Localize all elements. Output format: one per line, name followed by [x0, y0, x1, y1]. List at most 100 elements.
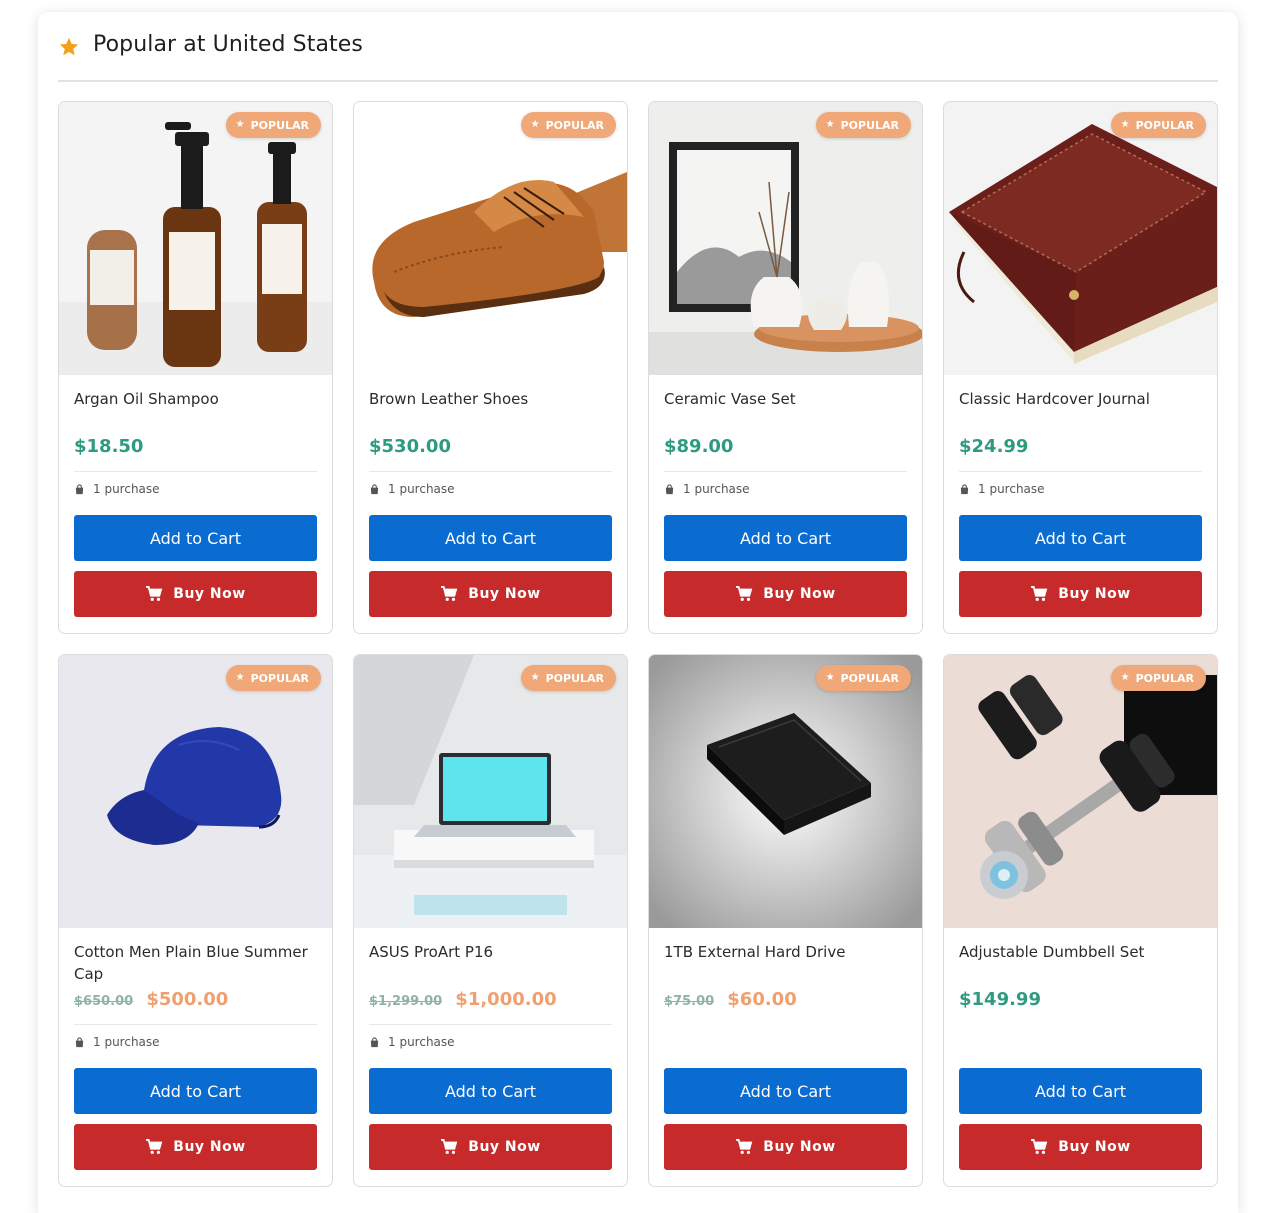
product-image[interactable]	[59, 655, 332, 928]
shopping-bag-icon	[75, 483, 84, 494]
buy-now-button[interactable]: Buy Now	[959, 1124, 1202, 1170]
popular-badge: ★ POPULAR	[225, 112, 321, 138]
purchase-count: 1 purchase	[664, 482, 750, 496]
popular-badge: ★ POPULAR	[815, 665, 911, 691]
add-to-cart-button[interactable]: Add to Cart	[369, 1068, 612, 1114]
product-card[interactable]: ★ POPULAR Ceramic Vase Set $89.00 1 purc…	[648, 101, 923, 634]
product-name[interactable]: 1TB External Hard Drive	[664, 941, 904, 963]
star-icon	[59, 37, 79, 56]
product-name[interactable]: Classic Hardcover Journal	[959, 388, 1199, 410]
price-row: $1,299.00 $1,000.00	[369, 989, 557, 1013]
buy-now-button[interactable]: Buy Now	[959, 571, 1202, 617]
divider	[369, 1024, 612, 1025]
shopping-bag-icon	[75, 1036, 84, 1047]
popular-section: Popular at United States ★ POPULAR Argan…	[38, 12, 1238, 1213]
add-to-cart-button[interactable]: Add to Cart	[369, 515, 612, 561]
product-image[interactable]	[354, 102, 627, 375]
leather-journal-image	[944, 102, 1217, 375]
add-to-cart-button[interactable]: Add to Cart	[664, 515, 907, 561]
buy-now-button[interactable]: Buy Now	[369, 571, 612, 617]
brown-brogue-shoe-image	[354, 102, 627, 375]
add-to-cart-button[interactable]: Add to Cart	[74, 515, 317, 561]
star-icon: ★	[1120, 672, 1130, 683]
popular-badge: ★ POPULAR	[1110, 665, 1206, 691]
product-card[interactable]: ★ POPULAR Adjustable Dumbbell Set $149.9…	[943, 654, 1218, 1187]
product-name[interactable]: Adjustable Dumbbell Set	[959, 941, 1199, 963]
laptop-on-stand-image	[354, 655, 627, 928]
product-card[interactable]: ★ POPULAR ASUS ProArt P16 $1,299.00 $1,0…	[353, 654, 628, 1187]
product-image[interactable]	[649, 655, 922, 928]
cart-icon	[736, 1139, 753, 1154]
divider	[74, 1024, 317, 1025]
original-price: $650.00	[74, 994, 134, 1009]
price-row: $24.99	[959, 436, 1028, 460]
argan-oil-bottles-image	[59, 102, 332, 375]
product-price: $18.50	[74, 436, 144, 457]
price-row: $18.50	[74, 436, 143, 460]
shopping-bag-icon	[370, 1036, 379, 1047]
white-vases-on-tray-image	[649, 102, 922, 375]
add-to-cart-button[interactable]: Add to Cart	[74, 1068, 317, 1114]
purchase-count: 1 purchase	[369, 1035, 455, 1049]
section-title: Popular at United States	[93, 32, 363, 57]
product-card[interactable]: ★ POPULAR Cotton Men Plain Blue Summer C…	[58, 654, 333, 1187]
star-icon: ★	[1120, 119, 1130, 130]
section-header: Popular at United States	[58, 32, 1218, 82]
dumbbells-image	[944, 655, 1217, 928]
price-row: $650.00 $500.00	[74, 989, 228, 1013]
star-icon: ★	[530, 119, 540, 130]
buy-now-button[interactable]: Buy Now	[74, 1124, 317, 1170]
divider	[74, 471, 317, 472]
buy-now-button[interactable]: Buy Now	[74, 571, 317, 617]
cart-icon	[146, 1139, 163, 1154]
price-row: $75.00 $60.00	[664, 989, 797, 1013]
shopping-bag-icon	[960, 483, 969, 494]
product-name[interactable]: Cotton Men Plain Blue Summer Cap	[74, 941, 314, 985]
product-card[interactable]: ★ POPULAR Brown Leather Shoes $530.00 1 …	[353, 101, 628, 634]
price-row: $149.99	[959, 989, 1041, 1013]
product-price: $89.00	[664, 436, 734, 457]
buy-now-button[interactable]: Buy Now	[369, 1124, 612, 1170]
blue-baseball-cap-image	[59, 655, 332, 928]
product-image[interactable]	[59, 102, 332, 375]
product-price: $530.00	[369, 436, 451, 457]
cart-icon	[736, 586, 753, 601]
cart-icon	[146, 586, 163, 601]
popular-badge: ★ POPULAR	[815, 112, 911, 138]
purchase-count: 1 purchase	[369, 482, 455, 496]
popular-badge: ★ POPULAR	[520, 112, 616, 138]
product-image[interactable]	[354, 655, 627, 928]
product-name[interactable]: ASUS ProArt P16	[369, 941, 609, 963]
product-image[interactable]	[944, 102, 1217, 375]
buy-now-button[interactable]: Buy Now	[664, 1124, 907, 1170]
product-name[interactable]: Ceramic Vase Set	[664, 388, 904, 410]
shopping-bag-icon	[665, 483, 674, 494]
add-to-cart-button[interactable]: Add to Cart	[959, 1068, 1202, 1114]
product-image[interactable]	[944, 655, 1217, 928]
product-card[interactable]: ★ POPULAR Classic Hardcover Journal $24.…	[943, 101, 1218, 634]
popular-badge: ★ POPULAR	[1110, 112, 1206, 138]
sale-price: $60.00	[727, 989, 797, 1010]
cart-icon	[441, 1139, 458, 1154]
buy-now-button[interactable]: Buy Now	[664, 571, 907, 617]
cart-icon	[441, 586, 458, 601]
popular-badge: ★ POPULAR	[520, 665, 616, 691]
product-image[interactable]	[649, 102, 922, 375]
product-name[interactable]: Argan Oil Shampoo	[74, 388, 314, 410]
product-price: $149.99	[959, 989, 1041, 1010]
product-name[interactable]: Brown Leather Shoes	[369, 388, 609, 410]
add-to-cart-button[interactable]: Add to Cart	[959, 515, 1202, 561]
sale-price: $500.00	[146, 989, 229, 1010]
original-price: $1,299.00	[369, 994, 443, 1009]
original-price: $75.00	[664, 994, 715, 1009]
divider	[664, 471, 907, 472]
product-card[interactable]: ★ POPULAR Argan Oil Shampoo $18.50 1 pur…	[58, 101, 333, 634]
star-icon: ★	[825, 119, 835, 130]
shopping-bag-icon	[370, 483, 379, 494]
product-card[interactable]: ★ POPULAR 1TB External Hard Drive $75.00…	[648, 654, 923, 1187]
price-row: $530.00	[369, 436, 451, 460]
divider	[369, 471, 612, 472]
purchase-count: 1 purchase	[74, 1035, 160, 1049]
add-to-cart-button[interactable]: Add to Cart	[664, 1068, 907, 1114]
star-icon: ★	[825, 672, 835, 683]
